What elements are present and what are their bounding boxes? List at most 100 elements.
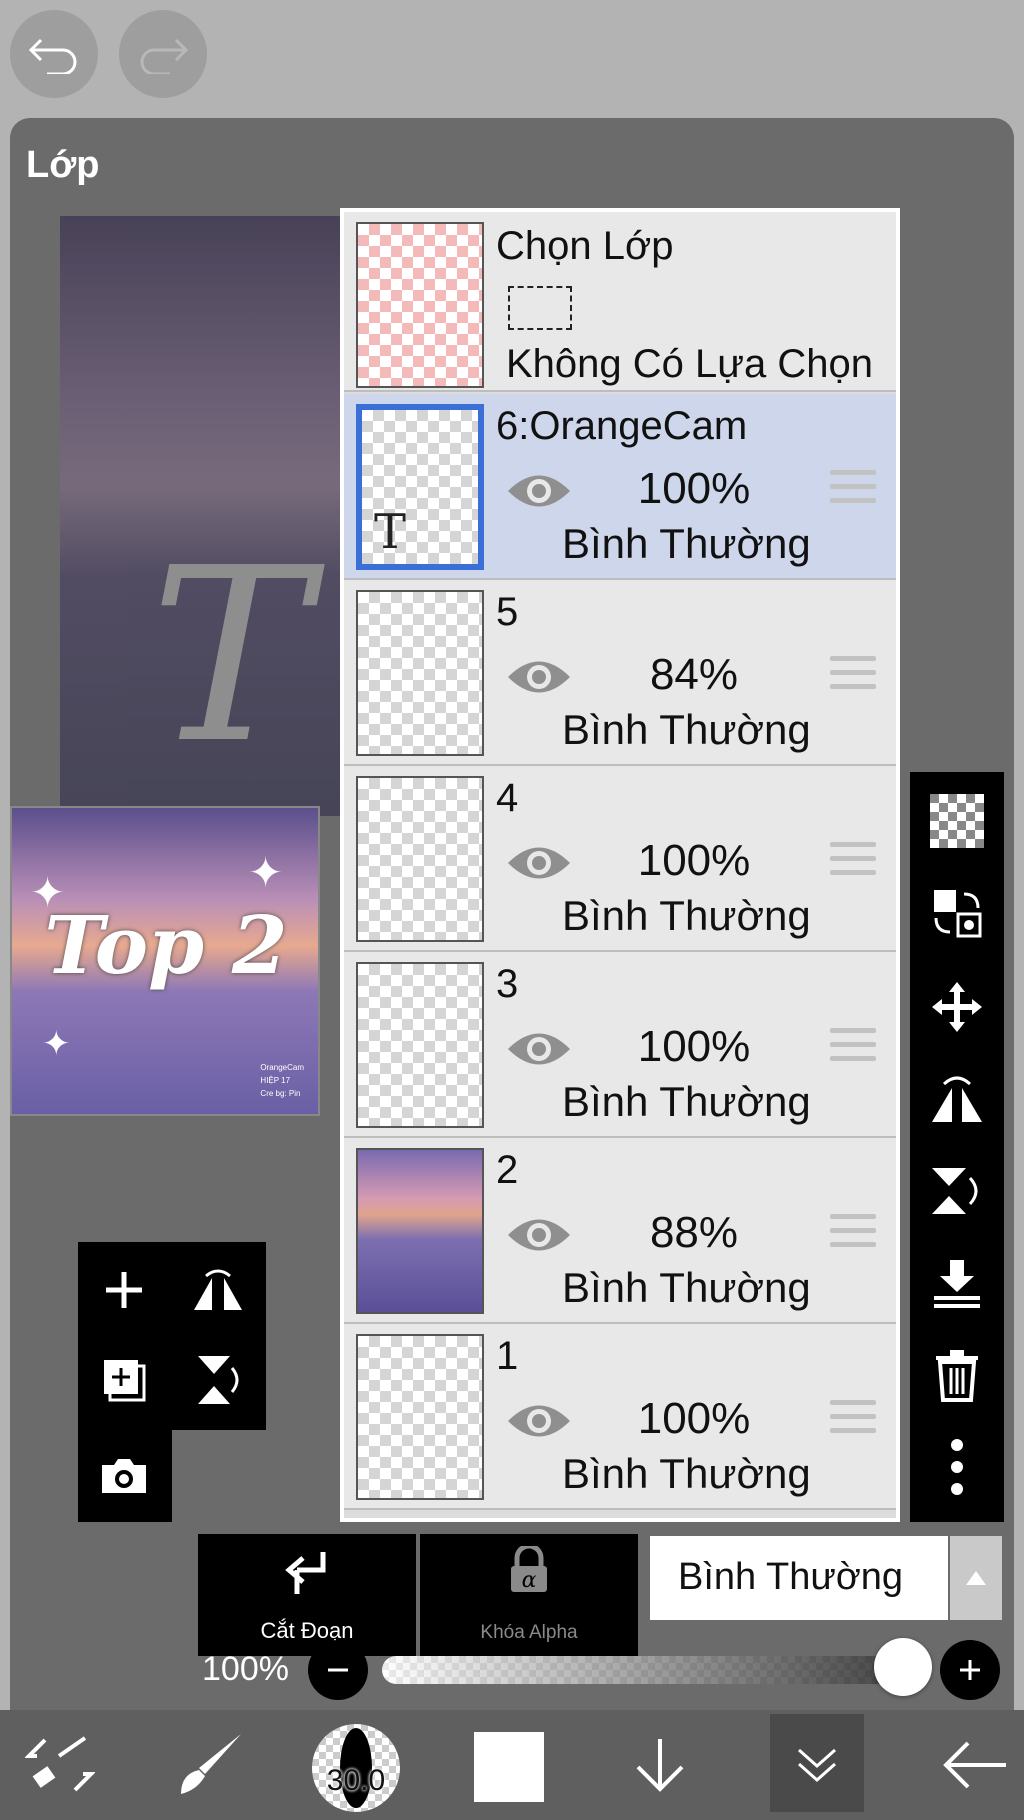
selection-layer-thumbnail [356,222,484,388]
layer-thumbnail [356,776,484,942]
layer-name: 5 [496,590,519,634]
layer-thumbnail: T [356,404,484,570]
undo-icon [28,38,77,74]
eye-icon[interactable] [504,652,574,702]
layer-row[interactable]: 3 100% Bình Thường [344,952,896,1138]
artwork-title: Top 2 [44,898,288,992]
flip-horizontal-icon [932,1076,982,1122]
triangle-up-icon [966,1571,986,1585]
sparkle-icon: ✦ [42,1025,71,1063]
layer-blend-mode: Bình Thường [562,1264,811,1311]
layer-thumbnail [356,1334,484,1500]
drag-handle-icon[interactable] [830,656,876,696]
layer-name: 1 [496,1334,519,1378]
text-layer-icon: T [374,504,407,560]
selection-status: Không Có Lựa Chọn [506,342,874,386]
layer-row[interactable]: 5 84% Bình Thường [344,580,896,766]
flip-vertical-button[interactable] [910,1146,1004,1236]
arrow-left-icon [943,1741,1006,1789]
redo-button[interactable] [119,10,207,98]
layer-blend-mode: Bình Thường [562,892,811,939]
trash-icon [936,1350,978,1402]
blend-mode-dropdown-button[interactable] [950,1536,1002,1620]
brush-icon [181,1734,241,1794]
clipping-button[interactable]: Cắt Đoạn [198,1534,416,1656]
back-button[interactable] [930,1710,1020,1820]
clipping-arrow-icon [285,1552,326,1594]
camera-button[interactable] [84,1436,164,1516]
delete-layer-button[interactable] [910,1330,1004,1420]
checkerboard-icon [930,794,984,848]
credit-line: OrangeCam [260,1063,304,1072]
layer-opacity: 88% [649,1208,739,1257]
layer-list: Chọn Lớp Không Có Lựa Chọn T 6:OrangeCam… [340,208,900,1522]
drag-handle-icon[interactable] [830,1028,876,1068]
opacity-slider-thumb[interactable] [874,1638,932,1696]
layers-panel-toggle-button[interactable] [770,1714,864,1812]
swap-icon [934,890,982,938]
layer-name: 4 [496,776,519,820]
eye-icon[interactable] [504,1396,574,1446]
redo-icon [140,38,189,74]
layer-row[interactable]: 1 100% Bình Thường [344,1324,896,1510]
eye-icon[interactable] [504,466,574,516]
selection-layer-row[interactable]: Chọn Lớp Không Có Lựa Chọn [344,212,896,392]
transparency-button[interactable] [910,776,1004,866]
duplicate-layer-button[interactable] [84,1340,164,1420]
layer-name: 3 [496,962,519,1006]
artwork-preview[interactable]: ✦ ✦ ✦ Top 2 OrangeCam HIỆP 17 Cre bg: Pi… [10,806,320,1116]
more-options-button[interactable] [910,1422,1004,1512]
layer-list-scroll[interactable]: Chọn Lớp Không Có Lựa Chọn T 6:OrangeCam… [344,212,896,1518]
layer-blend-mode: Bình Thường [562,706,811,753]
eye-icon[interactable] [504,838,574,888]
opacity-value: 100% [202,1650,289,1688]
canvas-view[interactable]: T [60,216,350,816]
transform-tool-button[interactable] [10,1710,110,1820]
layer-row[interactable]: 4 100% Bình Thường [344,766,896,952]
layer-move-down-button[interactable] [610,1710,710,1820]
lock-alpha-icon: α [511,1543,547,1593]
add-copy-icon [104,1360,146,1402]
credit-line: Cre bg: Pin [260,1089,301,1098]
swap-layer-button[interactable] [910,868,1004,958]
drag-handle-icon[interactable] [830,842,876,882]
minus-icon [328,1668,348,1672]
layer-name: 6:OrangeCam [496,404,748,448]
eye-icon[interactable] [504,1210,574,1260]
move-button[interactable] [910,962,1004,1052]
layer-row[interactable]: 2 88% Bình Thường [344,1138,896,1324]
flip-vertical-button[interactable] [178,1340,258,1420]
add-layer-button[interactable] [84,1250,164,1330]
drag-handle-icon[interactable] [830,1400,876,1440]
more-vertical-icon [951,1439,963,1495]
plus-icon [960,1660,980,1680]
move-icon [932,982,982,1032]
drag-handle-icon[interactable] [830,1214,876,1254]
merge-down-button[interactable] [910,1238,1004,1328]
layer-thumbnail [356,962,484,1128]
layer-opacity: 100% [637,464,751,513]
opacity-decrease-button[interactable] [308,1640,368,1700]
brush-tool-button[interactable] [160,1710,260,1820]
layer-thumbnail [356,1148,484,1314]
alpha-lock-button[interactable]: α Khóa Alpha [420,1534,638,1656]
flip-vertical-icon [198,1356,239,1404]
plus-icon [106,1272,142,1308]
undo-button[interactable] [10,10,98,98]
opacity-increase-button[interactable] [940,1640,1000,1700]
blend-mode-select[interactable]: Bình Thường [650,1536,948,1620]
artwork-credits: OrangeCam HIỆP 17 Cre bg: Pin [260,1061,304,1100]
canvas-artwork-glyph: T [150,516,311,796]
layer-row[interactable]: T 6:OrangeCam 100% Bình Thường [344,394,896,580]
eye-icon[interactable] [504,1024,574,1074]
opacity-slider[interactable] [382,1656,922,1684]
color-swatch[interactable] [474,1732,544,1802]
drag-handle-icon[interactable] [830,470,876,510]
flip-horizontal-button[interactable] [910,1054,1004,1144]
double-chevron-down-icon [798,1748,836,1783]
merge-down-icon [934,1260,980,1308]
svg-text:α: α [522,1568,537,1593]
camera-icon [102,1459,146,1493]
flip-horizontal-button[interactable] [178,1250,258,1330]
transform-icon [25,1736,95,1792]
